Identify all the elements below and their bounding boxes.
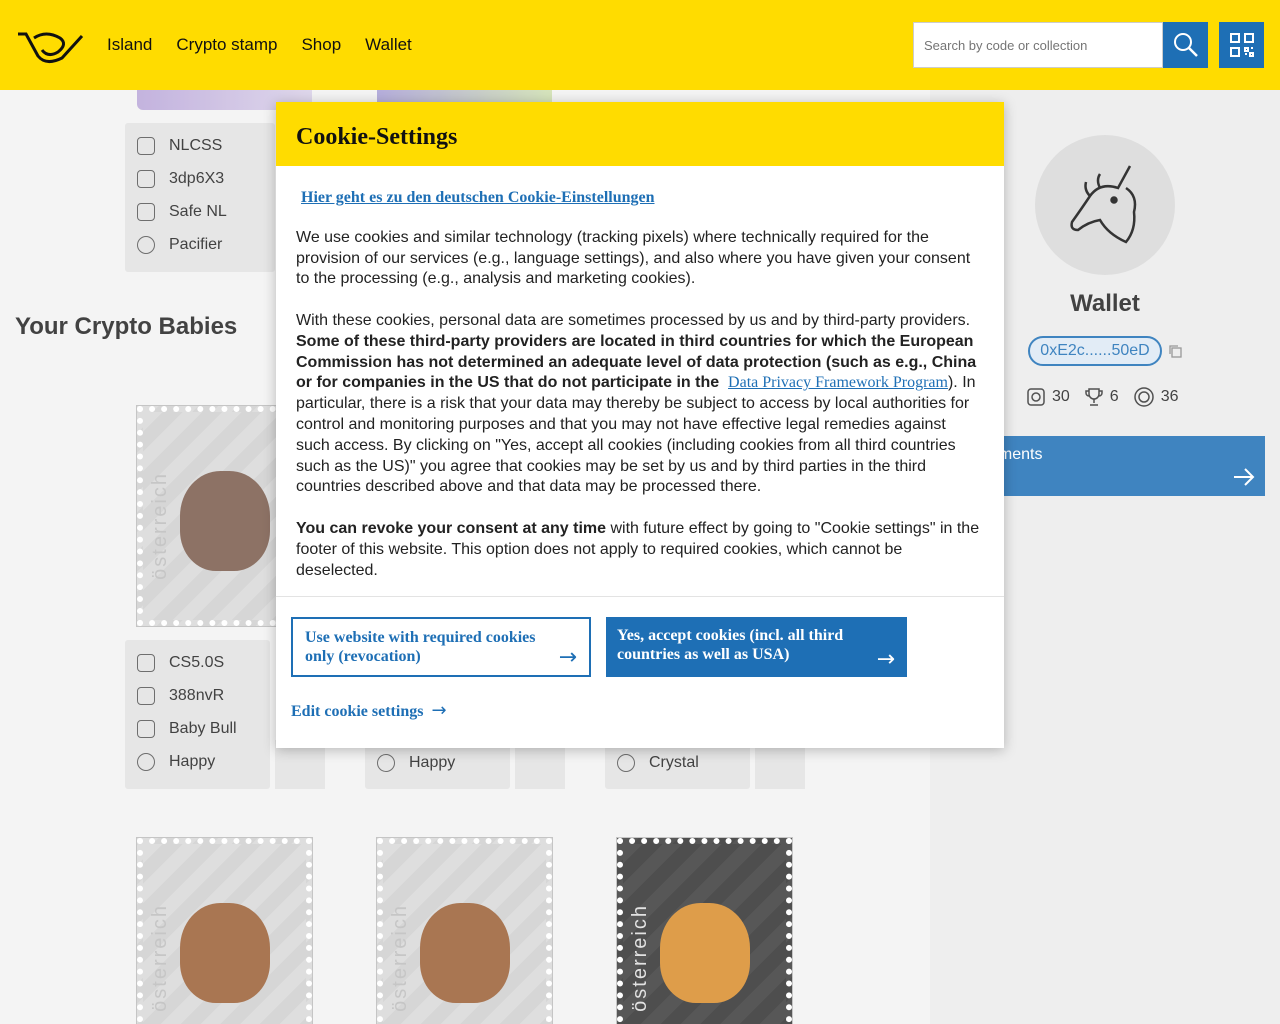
german-cookie-settings-link[interactable]: Hier geht es zu den deutschen Cookie-Ein… [296,188,984,209]
nav-crypto-stamp[interactable]: Crypto stamp [176,35,277,55]
arrow-right-icon: → [876,647,895,672]
post-horn-logo[interactable] [16,28,84,66]
accept-all-cookies-button[interactable]: Yes, accept cookies (incl. all third cou… [606,617,907,677]
required-cookies-label: Use website with required cookies only (… [305,629,536,665]
search-input[interactable] [913,22,1163,68]
revoke-consent-text: You can revoke your consent at any time … [296,519,984,581]
search-icon [1173,33,1198,57]
cookie-intro-text: We use cookies and similar technology (t… [296,228,971,288]
search-button[interactable] [1163,22,1208,68]
required-cookies-only-button[interactable]: Use website with required cookies only (… [291,617,591,677]
top-navigation-bar: Island Crypto stamp Shop Wallet [0,0,1280,90]
qr-code-icon [1229,33,1254,57]
arrow-right-icon: → [431,700,447,721]
accept-cookies-label: Yes, accept cookies (incl. all third cou… [617,627,844,663]
third-country-text: With these cookies, personal data are so… [296,311,977,496]
edit-cookie-settings-link[interactable]: Edit cookie settings → [291,700,447,721]
third-country-intro: With these cookies, personal data are so… [296,311,971,329]
dialog-body: Hier geht es zu den deutschen Cookie-Ein… [276,166,1004,596]
revoke-consent-bold: You can revoke your consent at any time [296,519,607,537]
nav-island[interactable]: Island [107,35,152,55]
third-country-details: In particular, there is a risk that your… [296,374,976,496]
qr-scan-button[interactable] [1219,22,1264,68]
data-privacy-framework-link[interactable]: Data Privacy Framework Program [728,374,948,391]
nav-shop[interactable]: Shop [301,35,341,55]
dialog-divider [276,596,1004,597]
cookie-settings-dialog: Cookie-Settings Hier geht es zu den deut… [276,102,1004,748]
nav-wallet[interactable]: Wallet [365,35,412,55]
arrow-right-icon: → [558,645,577,670]
dialog-title: Cookie-Settings [276,102,1004,166]
edit-cookie-settings-label: Edit cookie settings [291,703,424,720]
